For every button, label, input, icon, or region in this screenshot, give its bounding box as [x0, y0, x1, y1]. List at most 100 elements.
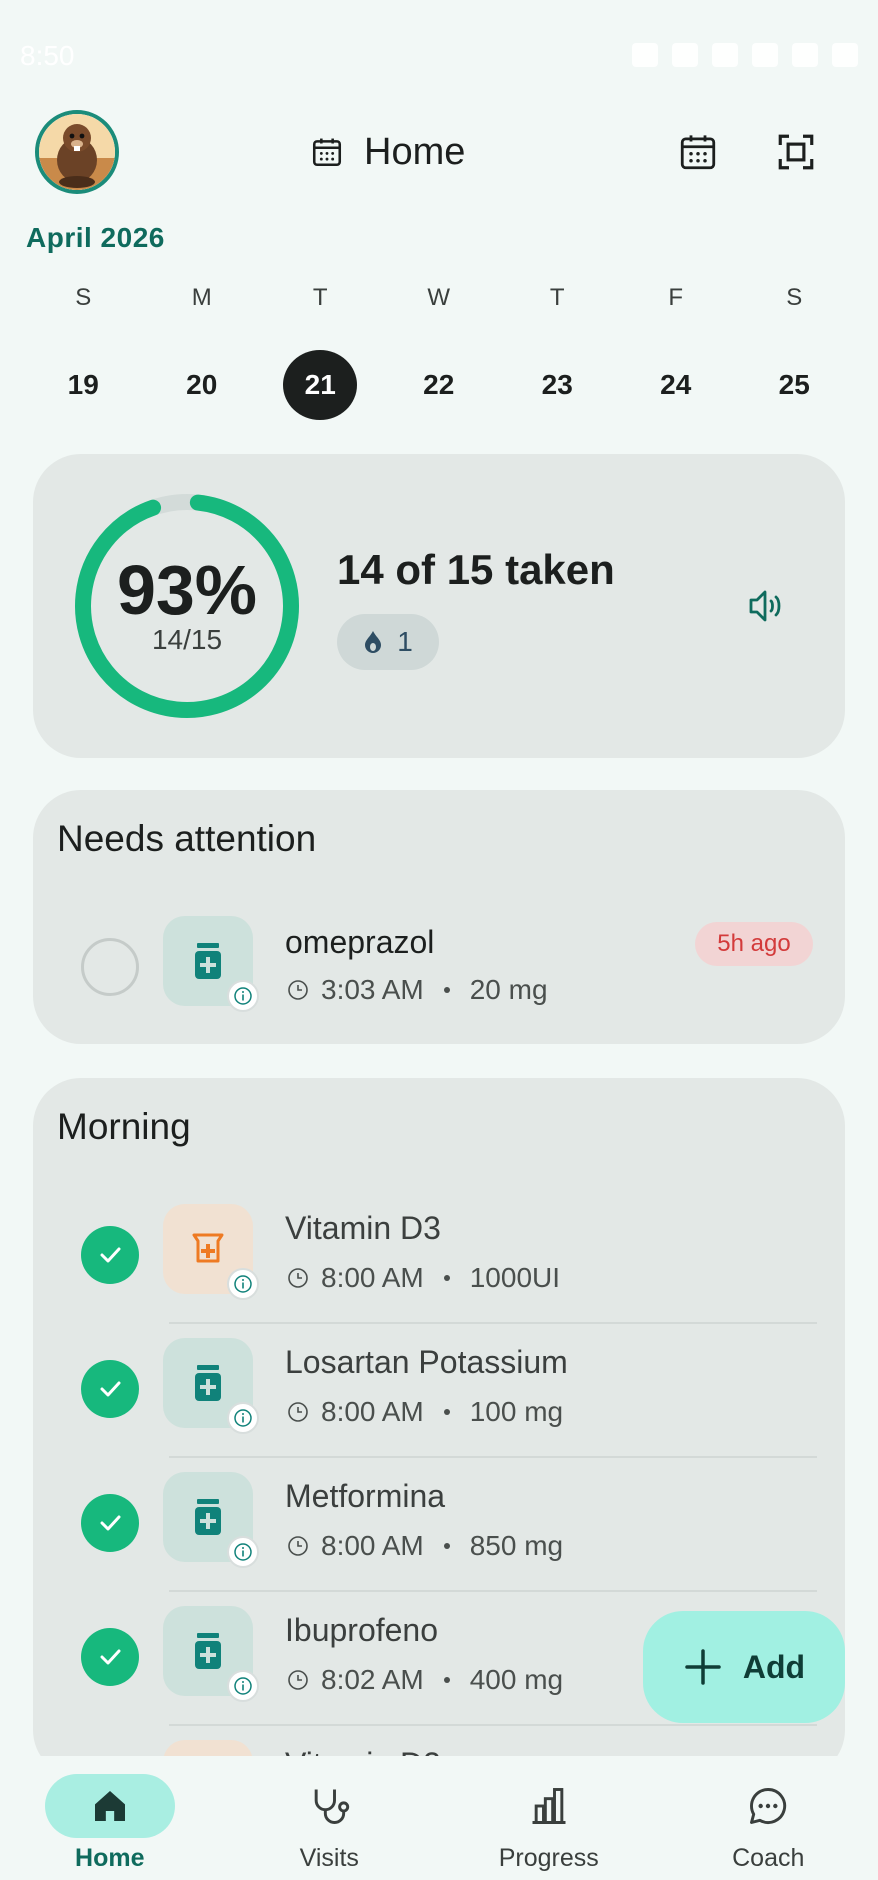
- medication-dose: 850 mg: [469, 1530, 564, 1561]
- nav-pill: [44, 1774, 175, 1838]
- streak-badge[interactable]: 1: [337, 614, 439, 670]
- status-time: 8:50: [20, 40, 75, 71]
- supplement-icon: [192, 1233, 224, 1263]
- medication-icon-box: [163, 1472, 259, 1568]
- day-25[interactable]: S 25: [735, 280, 854, 420]
- medication-dose: 400 mg: [469, 1664, 564, 1695]
- medication-time: 8:00 AM: [321, 1530, 424, 1561]
- scan-button[interactable]: [768, 124, 824, 180]
- medication-icon-box: [163, 1338, 259, 1434]
- day-23[interactable]: T 23: [498, 280, 617, 420]
- taken-count: 14 of 15 taken: [337, 546, 615, 593]
- needs-attention-card: Needs attention omeprazol 3:03 AM 20 mg …: [33, 790, 845, 1044]
- flame-icon: [365, 631, 382, 653]
- medication-row[interactable]: Losartan Potassium 8:00 AM 100 mg: [33, 1322, 845, 1456]
- speaker-icon: [749, 590, 781, 622]
- day-22[interactable]: W 22: [380, 280, 499, 420]
- nav-label: Home: [75, 1844, 145, 1872]
- nav-item-progress[interactable]: Progress: [439, 1756, 659, 1880]
- medication-time: 3:03 AM: [321, 974, 424, 1005]
- medication-meta: 8:00 AM 850 mg: [287, 1530, 563, 1562]
- medication-time: 8:02 AM: [321, 1664, 424, 1695]
- week-strip: S 19 M 20 T 21 W 22 T 23 F 24 S 25: [24, 280, 854, 420]
- day-number: 24: [660, 369, 692, 400]
- info-icon[interactable]: [227, 1670, 259, 1702]
- day-name: W: [427, 284, 451, 311]
- pill-bottle-icon: [195, 943, 221, 979]
- clock-icon: [288, 1268, 308, 1288]
- nav-pill: [484, 1774, 614, 1838]
- nav-pill: [703, 1774, 833, 1838]
- chat-bubble-icon: [750, 1788, 787, 1824]
- medication-icon-box: [163, 1204, 259, 1300]
- separator-dot: [443, 1677, 450, 1683]
- signal-icon: [792, 43, 818, 67]
- separator-dot: [443, 1275, 450, 1281]
- page-title: Home: [310, 124, 465, 180]
- day-number: 21: [283, 350, 358, 420]
- nav-item-visits[interactable]: Visits: [220, 1756, 440, 1880]
- bar-chart-icon: [532, 1788, 566, 1824]
- clock-icon: [288, 980, 308, 1000]
- info-icon[interactable]: [227, 1268, 259, 1300]
- avatar[interactable]: [35, 110, 119, 194]
- medication-name: Metformina: [285, 1478, 446, 1514]
- take-checkbox[interactable]: [81, 938, 139, 996]
- adherence-fraction: 14/15: [151, 624, 223, 655]
- info-icon[interactable]: [227, 980, 259, 1012]
- day-number: 22: [423, 369, 455, 400]
- info-icon[interactable]: [227, 1402, 259, 1434]
- taken-check-icon[interactable]: [81, 1494, 139, 1552]
- wifi-icon: [752, 43, 778, 67]
- day-number: 25: [778, 369, 810, 400]
- adherence-summary-card: 93% 14/15 14 of 15 taken 1: [33, 454, 845, 758]
- taken-check-icon[interactable]: [81, 1360, 139, 1418]
- stethoscope-icon: [314, 1789, 350, 1824]
- day-24[interactable]: F 24: [617, 280, 736, 420]
- adherence-percent: 93%: [116, 551, 258, 629]
- bottom-navigation: Home Visits Progress Coach: [0, 1756, 878, 1880]
- taken-check-icon[interactable]: [81, 1628, 139, 1686]
- medication-name: Vitamin D3: [285, 1210, 441, 1246]
- pill-bottle-icon: [195, 1499, 221, 1535]
- pill-bottle-icon: [195, 1633, 221, 1669]
- status-icons: [632, 40, 858, 70]
- day-20[interactable]: M 20: [143, 280, 262, 420]
- nav-label: Coach: [732, 1844, 805, 1872]
- day-number: 19: [67, 369, 99, 400]
- scan-icon: [778, 134, 814, 170]
- calendar-icon: [312, 138, 342, 167]
- nav-item-home[interactable]: Home: [0, 1756, 220, 1880]
- status-bar: 8:50: [0, 0, 878, 110]
- medication-meta: 3:03 AM 20 mg: [287, 974, 548, 1006]
- vibrate-icon: [712, 43, 738, 67]
- medication-name: omeprazol: [285, 924, 435, 960]
- medication-row-omeprazol[interactable]: omeprazol 3:03 AM 20 mg 5h ago: [33, 900, 845, 1034]
- taken-check-icon[interactable]: [81, 1226, 139, 1284]
- medication-row[interactable]: Metformina 8:00 AM 850 mg: [33, 1456, 845, 1590]
- day-21[interactable]: T 21: [261, 280, 380, 420]
- battery-icon: [832, 43, 858, 67]
- medication-dose: 20 mg: [469, 974, 548, 1005]
- speaker-button[interactable]: [743, 582, 791, 630]
- day-name: T: [312, 284, 328, 311]
- needs-attention-title: Needs attention: [57, 818, 317, 859]
- pill-bottle-icon: [195, 1365, 221, 1401]
- day-number: 23: [541, 369, 573, 400]
- day-19[interactable]: S 19: [24, 280, 143, 420]
- separator-dot: [443, 1543, 450, 1549]
- beaver-avatar-icon: [39, 114, 115, 190]
- medication-time: 8:00 AM: [321, 1396, 424, 1427]
- add-medication-button[interactable]: Add: [643, 1611, 845, 1723]
- add-label: Add: [742, 1648, 806, 1685]
- medication-meta: 8:02 AM 400 mg: [287, 1664, 563, 1696]
- calendar-button[interactable]: [670, 124, 726, 180]
- medication-time: 8:00 AM: [321, 1262, 424, 1293]
- data-saver-icon: [672, 43, 698, 67]
- calendar-icon: [680, 135, 716, 170]
- streak-count: 1: [397, 626, 413, 657]
- info-icon[interactable]: [227, 1536, 259, 1568]
- nav-item-coach[interactable]: Coach: [659, 1756, 878, 1880]
- day-name: F: [668, 284, 684, 311]
- medication-row[interactable]: Vitamin D3 8:00 AM 1000UI: [33, 1188, 845, 1322]
